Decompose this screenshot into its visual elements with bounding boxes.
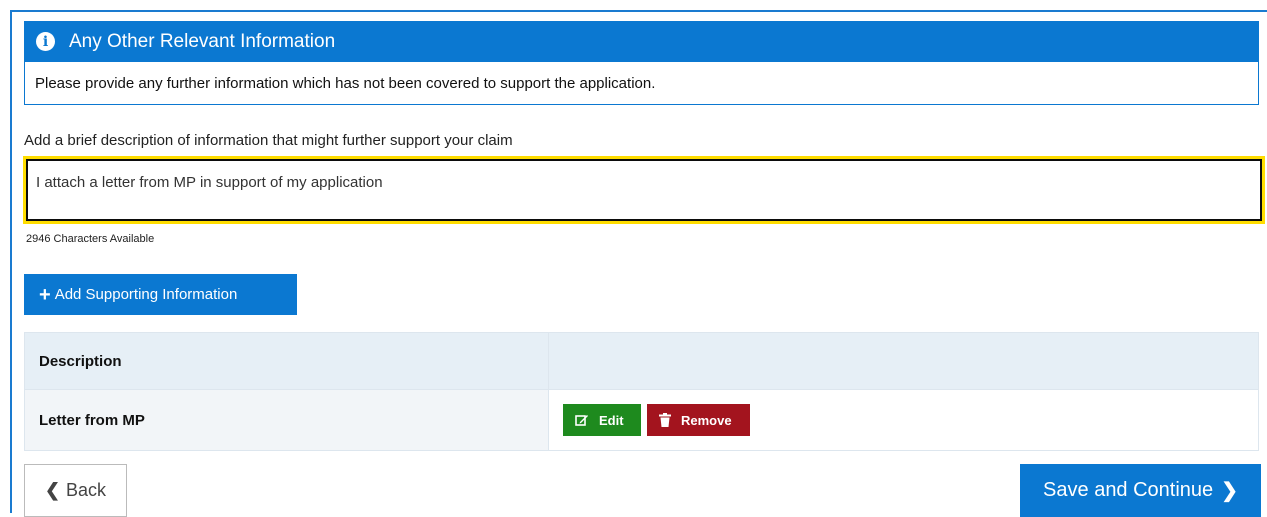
- save-and-continue-label: Save and Continue: [1043, 479, 1214, 501]
- chevron-left-icon: ❮: [44, 480, 61, 500]
- panel-description: Please provide any further information w…: [24, 62, 1259, 105]
- trash-icon: [659, 413, 671, 427]
- description-textarea[interactable]: I attach a letter from MP in support of …: [23, 156, 1265, 224]
- panel-header: i Any Other Relevant Information: [24, 21, 1259, 62]
- chevron-right-icon: ❯: [1221, 480, 1238, 502]
- table-header-row: Description: [24, 332, 1259, 390]
- row-description: Letter from MP: [24, 389, 549, 451]
- description-field-label: Add a brief description of information t…: [24, 132, 513, 149]
- info-circle-icon: i: [36, 32, 55, 51]
- back-label: Back: [66, 480, 107, 500]
- panel-description-text: Please provide any further information w…: [35, 74, 656, 92]
- add-supporting-information-label: Add Supporting Information: [54, 286, 238, 303]
- back-button[interactable]: ❮ Back: [24, 464, 127, 517]
- row-actions: Edit Remove: [548, 389, 1259, 451]
- description-textarea-value[interactable]: I attach a letter from MP in support of …: [26, 159, 1262, 221]
- plus-icon: +: [39, 283, 51, 306]
- add-supporting-information-button[interactable]: + Add Supporting Information: [24, 274, 297, 315]
- save-and-continue-button[interactable]: Save and Continue ❯: [1020, 464, 1261, 517]
- edit-icon: [575, 415, 588, 426]
- characters-available: 2946 Characters Available: [26, 233, 155, 245]
- column-header-actions: [548, 332, 1259, 390]
- panel-title: Any Other Relevant Information: [69, 30, 336, 52]
- remove-button[interactable]: Remove: [647, 404, 750, 436]
- remove-label: Remove: [681, 412, 732, 428]
- edit-button[interactable]: Edit: [563, 404, 641, 436]
- supporting-information-table: Description Letter from MP Edit Remove: [24, 332, 1259, 451]
- table-row: Letter from MP Edit Remove: [24, 389, 1259, 451]
- column-header-description: Description: [24, 332, 549, 390]
- edit-label: Edit: [599, 412, 624, 428]
